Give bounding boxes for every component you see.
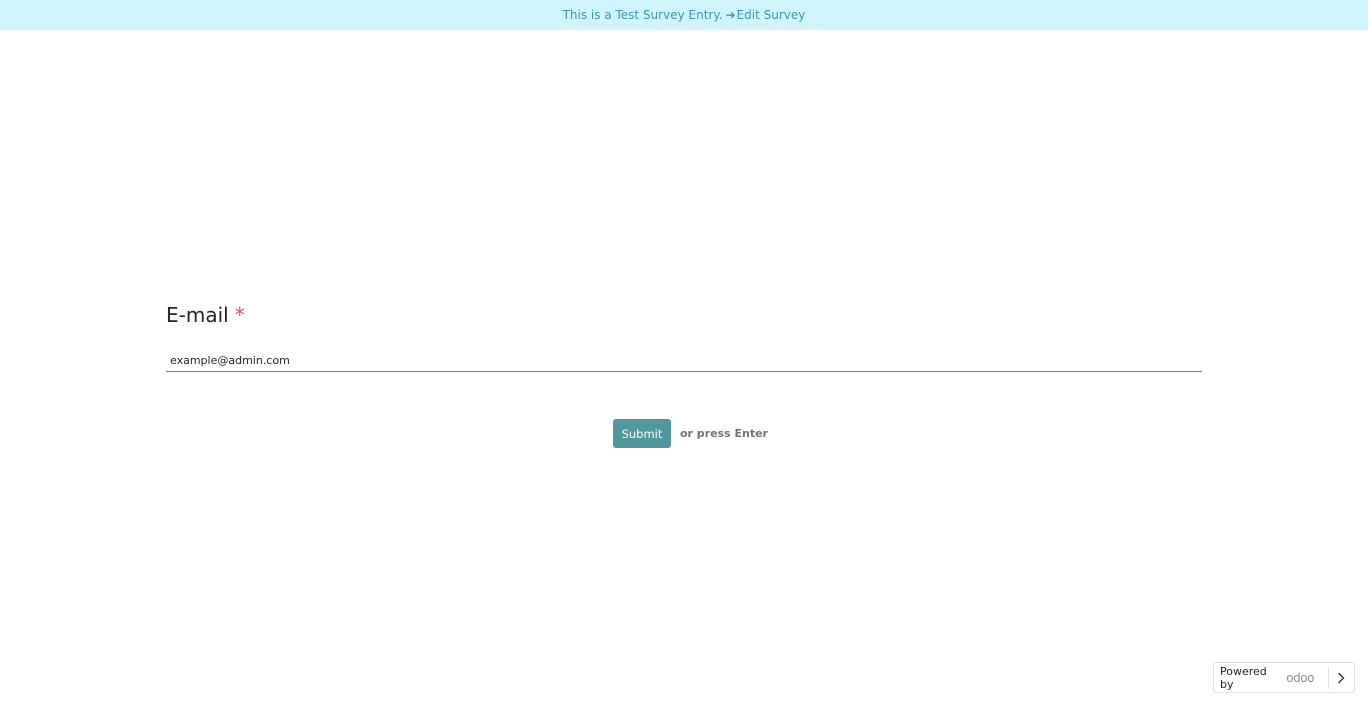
edit-survey-link[interactable]: Edit Survey	[737, 8, 806, 22]
required-asterisk: *	[234, 303, 245, 327]
question-title: E-mail *	[166, 303, 245, 327]
powered-by-badge: Powered by odoo	[1213, 662, 1355, 693]
survey-actions: Submit or press Enter	[613, 419, 768, 448]
powered-by-text: Powered by	[1220, 664, 1267, 691]
odoo-logo[interactable]: odoo	[1286, 671, 1314, 685]
submit-button[interactable]: Submit	[613, 419, 671, 448]
question-label: E-mail	[166, 303, 229, 327]
banner-text: This is a Test Survey Entry.	[562, 8, 723, 22]
email-answer-input[interactable]	[166, 350, 1202, 372]
press-enter-hint: or press Enter	[680, 427, 768, 440]
chevron-right-icon[interactable]	[1329, 663, 1354, 692]
test-survey-banner: This is a Test Survey Entry. ➔ Edit Surv…	[0, 0, 1368, 30]
arrow-right-icon: ➔	[725, 8, 736, 22]
